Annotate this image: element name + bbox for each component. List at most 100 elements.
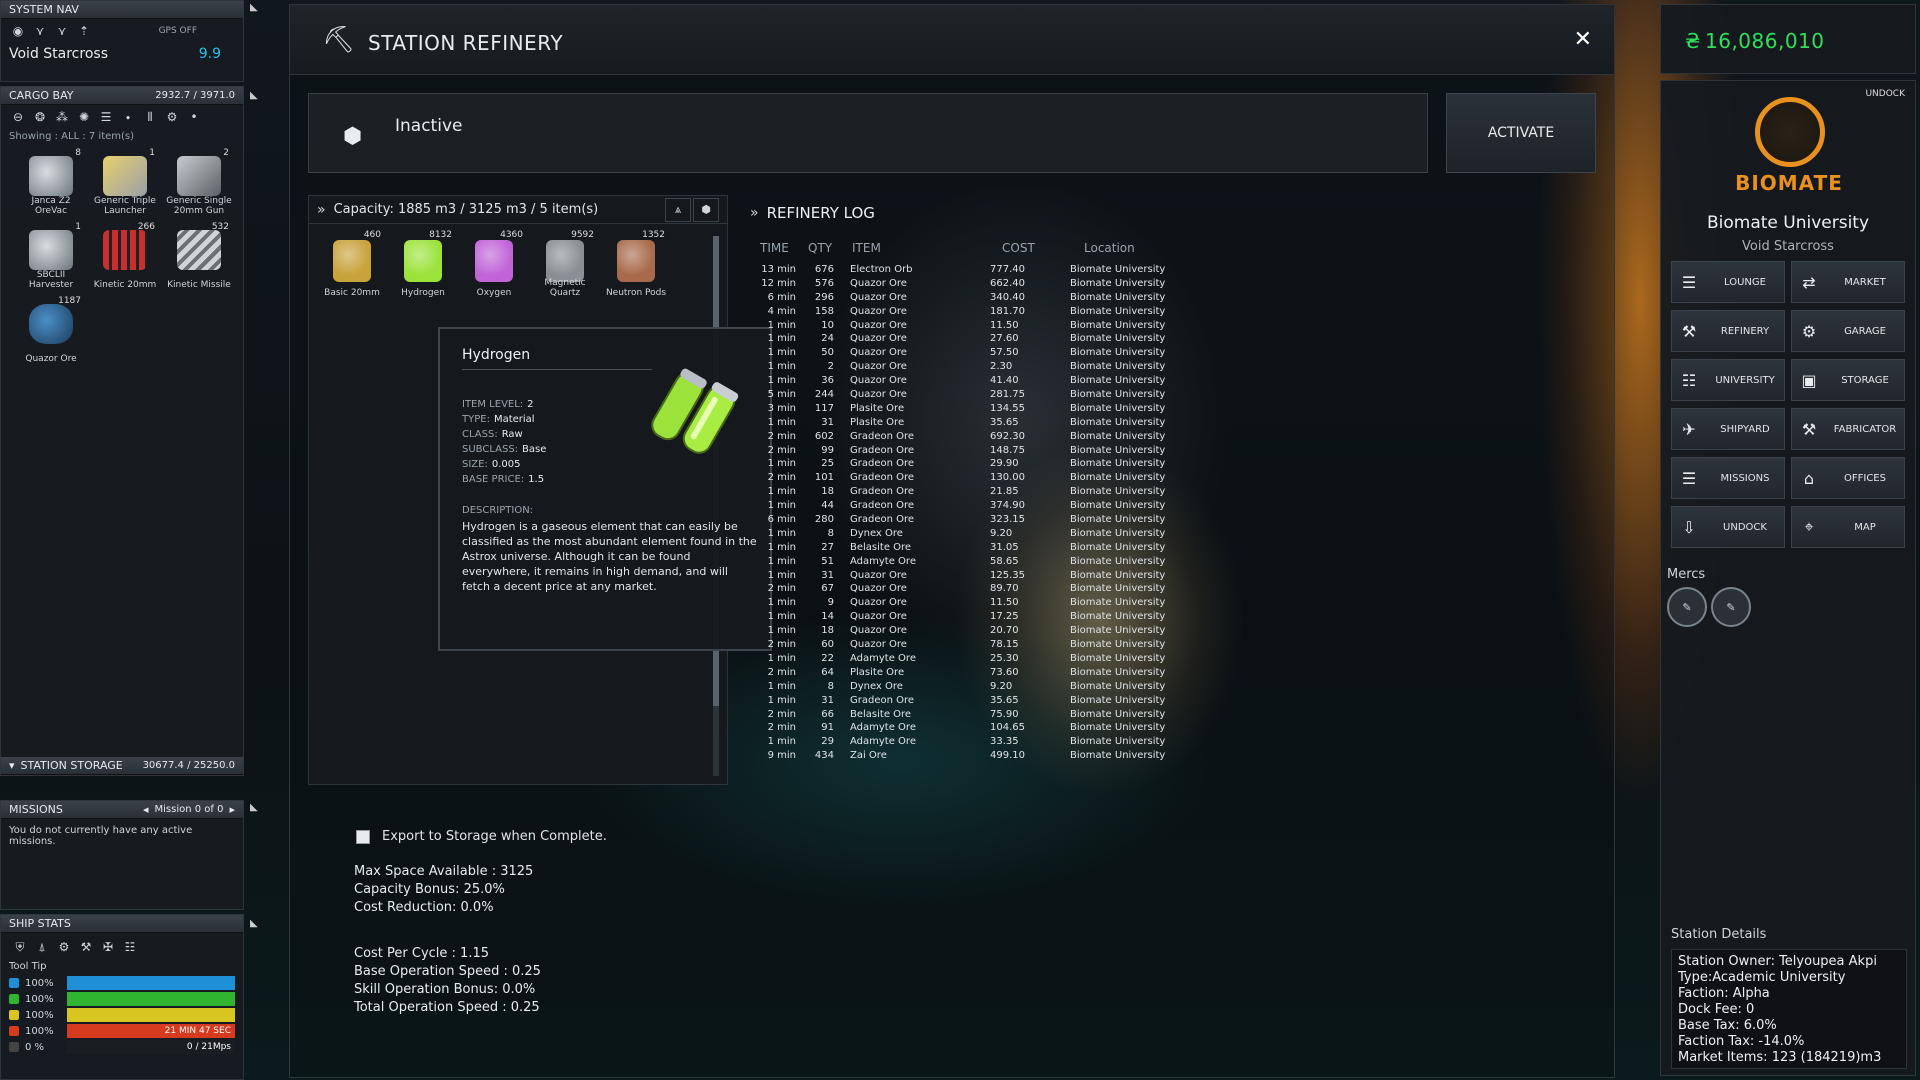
prev-mission-icon[interactable]: ◂ — [143, 801, 149, 819]
log-cell: Biomate University — [1070, 500, 1166, 512]
collapse-arrow-icon[interactable]: ◣ — [250, 918, 258, 929]
nav-refinery-button[interactable]: ⚒ REFINERY — [1671, 310, 1785, 352]
log-cell: 1 min — [767, 736, 796, 748]
export-checkbox[interactable] — [356, 829, 370, 844]
table-row: 1 min 29 Adamyte Ore 33.35 Biomate Universit… — [750, 735, 1270, 749]
filter-missile-icon[interactable]: ⬩ — [117, 107, 139, 127]
nav-missions-button[interactable]: ☰ MISSIONS — [1671, 457, 1785, 499]
ship-icon[interactable]: ⍋ — [31, 937, 53, 957]
gear-icon[interactable]: ⚙ — [53, 937, 75, 957]
log-cell: 12 min — [761, 277, 796, 289]
stat-percent: 0 % — [25, 1041, 45, 1053]
item-icon — [404, 240, 442, 282]
nav-university-button[interactable]: ☷ UNIVERSITY — [1671, 359, 1785, 401]
log-cell: 6 min — [767, 291, 796, 303]
log-cell: 576 — [814, 277, 834, 289]
log-cell: Biomate University — [1070, 639, 1166, 651]
next-mission-icon[interactable]: ▸ — [229, 801, 235, 819]
nav-garage-button[interactable]: ⚙ GARAGE — [1791, 310, 1905, 352]
refinery-item[interactable]: 460 Basic 20mm — [317, 228, 387, 300]
stat-line: Skill Operation Bonus: 0.0% — [354, 982, 536, 997]
refinery-item[interactable]: 1352 Neutron Pods — [601, 228, 671, 300]
table-row: 13 min 676 Electron Orb 777.40 Biomate Unive… — [750, 263, 1270, 277]
table-row: 1 min 18 Quazor Ore 20.70 Biomate University — [750, 624, 1270, 638]
table-row: 1 min 9 Quazor Ore 11.50 Biomate University — [750, 596, 1270, 610]
credits-icon: ₴ — [1685, 29, 1701, 53]
collapse-arrow-icon[interactable]: ◣ — [250, 2, 258, 13]
log-cell: 10 — [821, 319, 834, 331]
box-icon[interactable]: ⬢ — [693, 197, 719, 222]
table-row: 2 min 99 Gradeon Ore 148.75 Biomate Universi… — [750, 444, 1270, 458]
nav-fabricator-button[interactable]: ⚒ FABRICATOR — [1791, 408, 1905, 450]
close-icon[interactable]: ✕ — [1574, 27, 1592, 52]
nav-map-button[interactable]: ⌖ MAP — [1791, 506, 1905, 548]
chevron-right-icon: » — [750, 205, 759, 221]
jump-icon[interactable]: ⇡ — [73, 21, 95, 41]
filter-ammo-icon[interactable]: ⁂ — [51, 107, 73, 127]
nav-lounge-button[interactable]: ☰ LOUNGE — [1671, 261, 1785, 303]
log-cell: Quazor Ore — [850, 625, 907, 637]
cargo-item[interactable]: 532 Kinetic Missile — [163, 220, 235, 292]
log-cell: 1 min — [767, 652, 796, 664]
route-icon[interactable]: ⋎ — [51, 21, 73, 41]
wrench-icon[interactable]: ⚒ — [75, 937, 97, 957]
cargo-item[interactable]: 8 Janca Z2 OreVac — [15, 146, 87, 218]
table-row: 1 min 25 Gradeon Ore 29.90 Biomate Universit… — [750, 457, 1270, 471]
tooltip-field: SUBCLASS: Base — [462, 444, 547, 455]
cargo-item[interactable]: 1 SBCLII Harvester — [15, 220, 87, 292]
merc-slot-icon[interactable]: ✎ — [1667, 587, 1707, 627]
log-cell: 117 — [814, 402, 834, 414]
activate-button[interactable]: ACTIVATE — [1446, 93, 1596, 173]
cargo-capacity: 2932.7 / 3971.0 — [155, 89, 235, 101]
table-row: 1 min 31 Plasite Ore 35.65 Biomate Universit… — [750, 416, 1270, 430]
cargo-item[interactable]: 1 Generic Triple Launcher — [89, 146, 161, 218]
nav-offices-button[interactable]: ⌂ OFFICES — [1791, 457, 1905, 499]
nav-storage-button[interactable]: ▣ STORAGE — [1791, 359, 1905, 401]
cargo-bay-header: CARGO BAY 2932.7 / 3971.0 — [1, 87, 243, 105]
cargo-item[interactable]: 266 Kinetic 20mm — [89, 220, 161, 292]
nav-undock-button[interactable]: ⇩ UNDOCK — [1671, 506, 1785, 548]
refinery-item[interactable]: 4360 Oxygen — [459, 228, 529, 300]
shield-icon[interactable]: ⛨ — [9, 937, 31, 957]
station-storage-header[interactable]: ▾ STATION STORAGE 30677.4 / 25250.0 — [1, 757, 243, 775]
log-cell: Quazor Ore — [850, 319, 907, 331]
log-cell: Gradeon Ore — [850, 444, 915, 456]
filter-gear-icon[interactable]: ⚙ — [161, 107, 183, 127]
target-icon[interactable]: ◉ — [7, 21, 29, 41]
tools-icon[interactable]: ✠ — [97, 937, 119, 957]
cargo-item[interactable]: 2 Generic Single 20mm Gun — [163, 146, 235, 218]
collapse-arrow-icon[interactable]: ◣ — [250, 802, 258, 813]
filter-weapon-icon[interactable]: ☰ — [95, 107, 117, 127]
filter-module-icon[interactable]: ✺ — [73, 107, 95, 127]
list-icon[interactable]: ☷ — [119, 937, 141, 957]
gun-icon — [177, 156, 221, 196]
lounge-icon: ☰ — [1681, 272, 1697, 292]
table-row: 2 min 60 Quazor Ore 78.15 Biomate University — [750, 638, 1270, 652]
refinery-icon: ⛏ — [322, 25, 356, 55]
refinery-item[interactable]: 9592 Magnetic Quartz — [530, 228, 600, 300]
waypoint-icon[interactable]: ⋎ — [29, 21, 51, 41]
log-cell: Quazor Ore — [850, 347, 907, 359]
table-row: 9 min 434 Zai Ore 499.10 Biomate University — [750, 749, 1270, 763]
filter-all-icon[interactable]: ⊖ — [7, 107, 29, 127]
collapse-arrow-icon[interactable]: ◣ — [250, 90, 258, 101]
refinery-item[interactable]: 8132 Hydrogen — [388, 228, 458, 300]
filter-stack-icon[interactable]: ⦀ — [139, 107, 161, 127]
tooltip-field: BASE PRICE: 1.5 — [462, 474, 545, 485]
log-cell: 31 — [821, 569, 834, 581]
log-cell: 2 min — [767, 430, 796, 442]
merc-slot-icon[interactable]: ✎ — [1711, 587, 1751, 627]
hydrogen-canister-icon — [651, 368, 739, 454]
log-cell: 13 min — [761, 264, 796, 275]
filter-dot-icon[interactable]: • — [183, 107, 205, 127]
stat-percent: 100% — [25, 1009, 54, 1021]
log-cell: 78.15 — [990, 639, 1019, 651]
sort-icon[interactable]: ⩓ — [665, 197, 691, 222]
filter-ore-icon[interactable]: ❂ — [29, 107, 51, 127]
fabricator-icon: ⚒ — [1801, 419, 1817, 439]
log-cell: 51 — [821, 555, 834, 567]
nav-market-button[interactable]: ⇄ MARKET — [1791, 261, 1905, 303]
nav-shipyard-button[interactable]: ✈ SHIPYARD — [1671, 408, 1785, 450]
cargo-item[interactable]: 1187 Quazor Ore — [15, 294, 87, 366]
log-cell: Biomate University — [1070, 722, 1166, 734]
